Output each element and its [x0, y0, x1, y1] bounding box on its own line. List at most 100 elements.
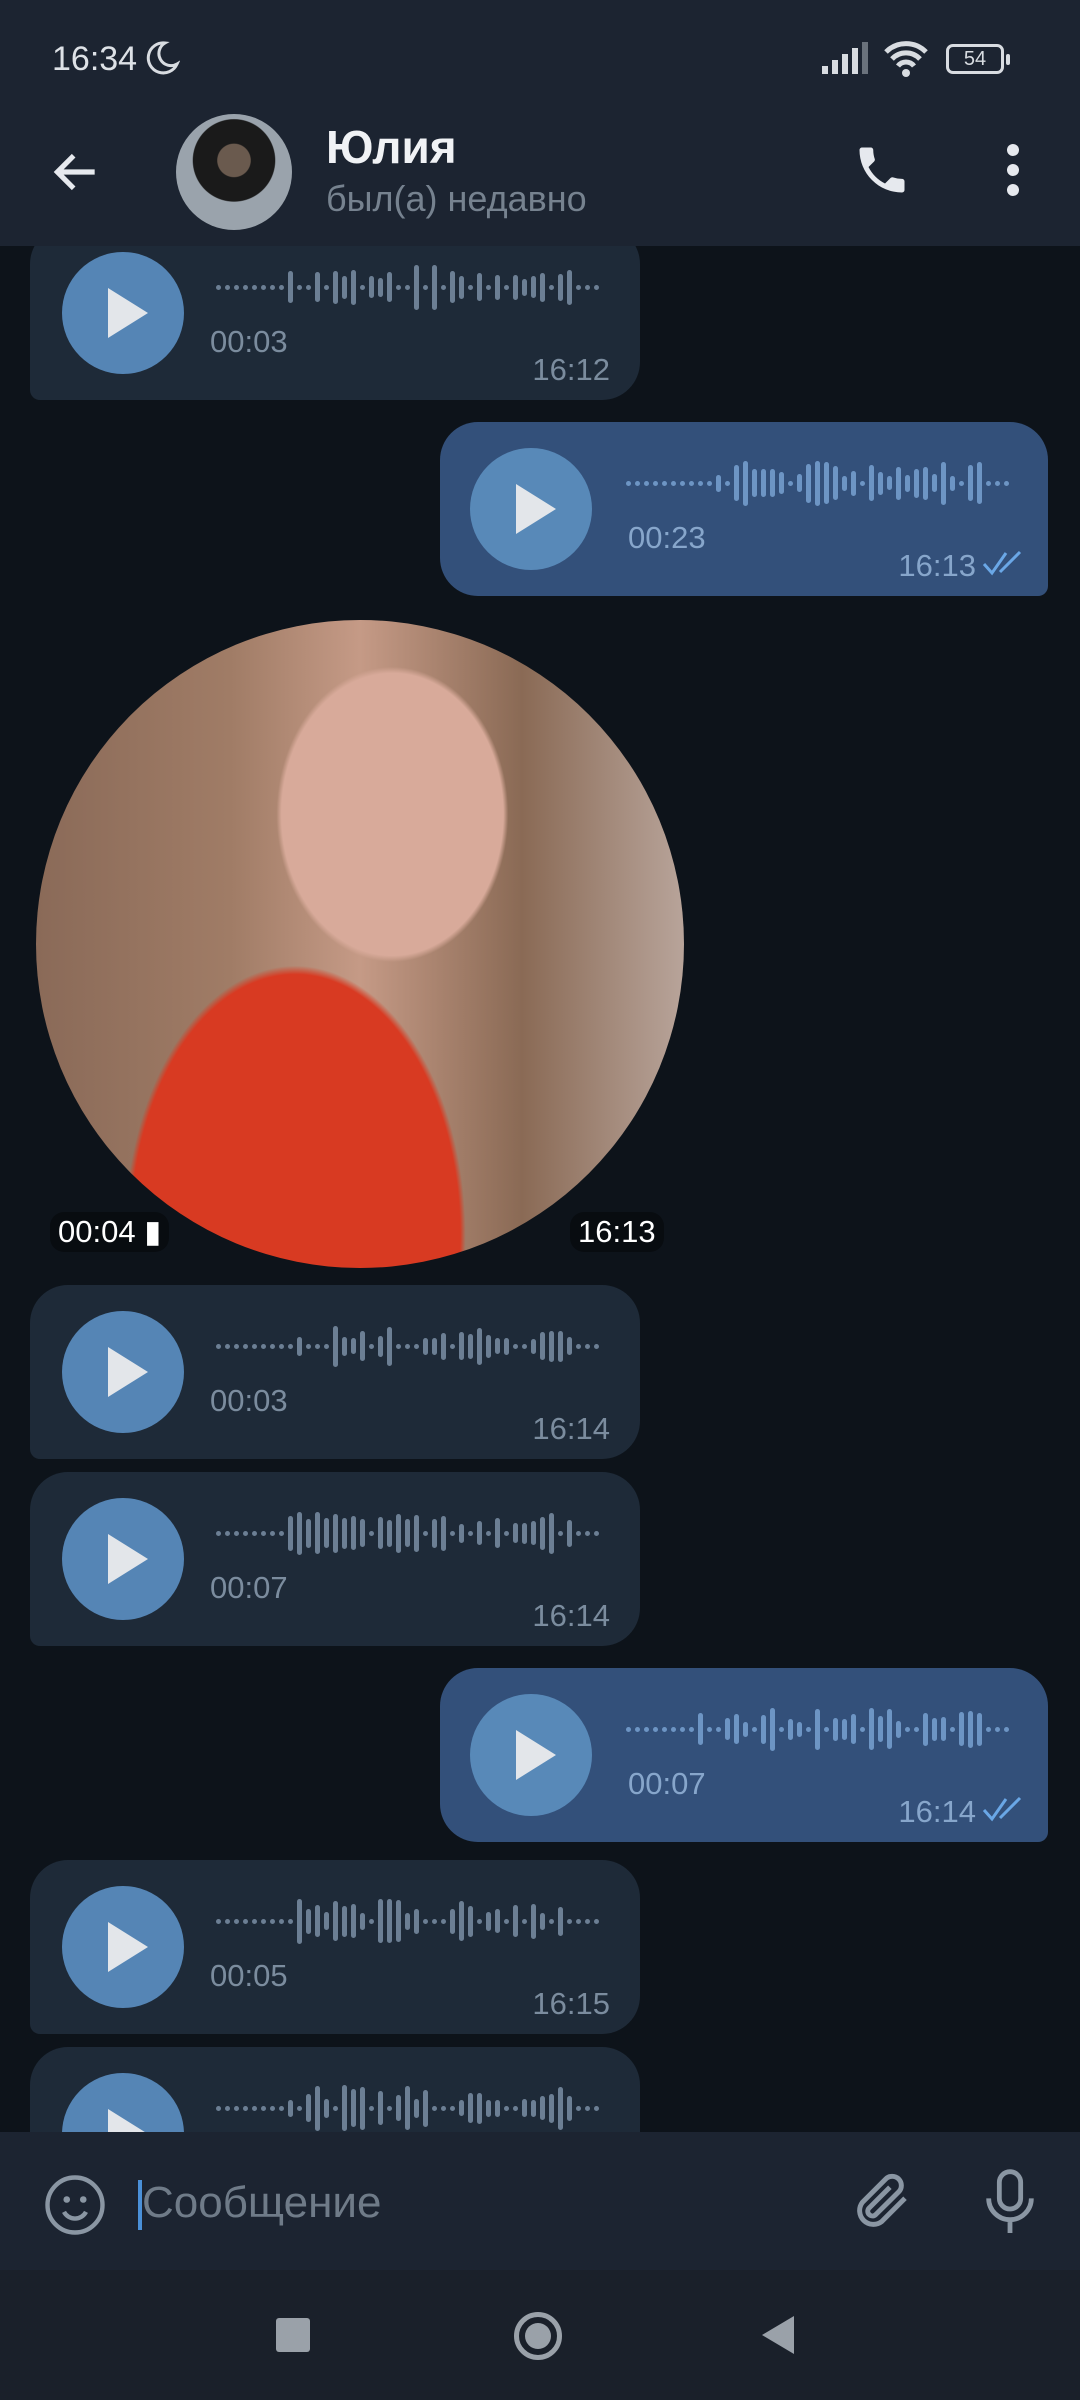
waveform-bar [950, 475, 955, 491]
waveform-bar [959, 480, 964, 486]
waveform-bar [396, 1900, 401, 1942]
waveform-bar [432, 1918, 437, 1924]
timestamp: 16:13 [898, 548, 976, 583]
waveform-bar [932, 474, 937, 492]
waveform-bar [842, 475, 847, 491]
waveform-bar [270, 1343, 275, 1349]
composer: Сообщение [0, 2132, 1080, 2270]
waveform-bar [342, 275, 347, 299]
waveform[interactable] [216, 2085, 599, 2131]
contact-name[interactable]: Юлия [326, 120, 457, 174]
waveform[interactable] [626, 460, 1009, 506]
waveform-bar [441, 1332, 446, 1360]
phone-icon[interactable] [852, 140, 912, 200]
waveform-bar [216, 1918, 221, 1924]
back-arrow-icon[interactable] [48, 144, 104, 200]
waveform-bar [441, 2105, 446, 2111]
waveform-bar [567, 1337, 572, 1355]
waveform-bar [797, 474, 802, 492]
waveform-bar [698, 1713, 703, 1745]
waveform-bar [351, 2089, 356, 2127]
voice-message [30, 2047, 640, 2132]
waveform-bar [770, 469, 775, 497]
emoji-icon[interactable] [42, 2172, 108, 2238]
waveform-bar [333, 270, 338, 304]
waveform-bar [414, 264, 419, 310]
waveform-bar [360, 1519, 365, 1547]
microphone-icon[interactable] [978, 2166, 1042, 2236]
waveform-bar [216, 1343, 221, 1349]
waveform-bar [369, 1530, 374, 1536]
waveform-bar [396, 2095, 401, 2121]
waveform-bar [558, 1530, 563, 1536]
play-button[interactable] [62, 2073, 184, 2132]
clock: 16:34 [52, 40, 138, 78]
home-button[interactable] [514, 2312, 562, 2360]
waveform-bar [468, 1530, 473, 1536]
back-button[interactable] [762, 2316, 794, 2354]
waveform-bar [504, 1337, 509, 1355]
play-button[interactable] [62, 1886, 184, 2008]
waveform-bar [459, 1901, 464, 1941]
waveform[interactable] [216, 1323, 599, 1369]
waveform[interactable] [216, 264, 599, 310]
waveform-bar [662, 1726, 667, 1732]
paperclip-icon[interactable] [850, 2168, 916, 2234]
waveform-bar [626, 480, 631, 486]
play-button[interactable] [62, 1498, 184, 1620]
waveform-bar [761, 469, 766, 497]
waveform-bar [243, 1530, 248, 1536]
waveform-bar [414, 1908, 419, 1934]
waveform-bar [851, 1714, 856, 1744]
waveform-bar [905, 474, 910, 492]
waveform-bar [887, 476, 892, 490]
recents-button[interactable] [276, 2318, 310, 2352]
message-list[interactable]: 00:03 16:12 00:23 16:13 00:04 ▮ 16:13 00… [0, 246, 1080, 2132]
waveform[interactable] [216, 1510, 599, 1556]
more-vertical-icon[interactable] [998, 140, 1028, 200]
waveform-bar [450, 1908, 455, 1934]
waveform-bar [342, 1336, 347, 1356]
play-button[interactable] [470, 448, 592, 570]
waveform-bar [531, 1338, 536, 1354]
play-button[interactable] [62, 1311, 184, 1433]
waveform-bar [923, 1712, 928, 1746]
double-check-icon [982, 1796, 1022, 1822]
waveform-bar [432, 1337, 437, 1355]
video-note[interactable] [36, 620, 684, 1268]
waveform-bar [698, 480, 703, 486]
waveform-bar [351, 1516, 356, 1550]
waveform-bar [396, 1343, 401, 1349]
waveform-bar [486, 284, 491, 290]
waveform-bar [432, 2105, 437, 2111]
waveform-bar [468, 284, 473, 290]
waveform-bar [594, 284, 599, 290]
waveform-bar [513, 1905, 518, 1937]
avatar[interactable] [176, 114, 292, 230]
waveform-bar [387, 2105, 392, 2111]
play-button[interactable] [62, 252, 184, 374]
waveform-bar [405, 1343, 410, 1349]
waveform-bar [851, 470, 856, 496]
waveform-bar [558, 1330, 563, 1362]
waveform-bar [441, 284, 446, 290]
waveform-bar [752, 1726, 757, 1732]
waveform-bar [653, 1726, 658, 1732]
waveform-bar [549, 1512, 554, 1554]
waveform-bar [896, 1720, 901, 1738]
waveform-bar [288, 1918, 293, 1924]
waveform-bar [279, 2105, 284, 2111]
waveform-bar [995, 480, 1000, 486]
sound-bars-icon: ▮ [144, 1214, 162, 1249]
message-input[interactable]: Сообщение [142, 2178, 381, 2228]
waveform-bar [225, 284, 230, 290]
play-button[interactable] [470, 1694, 592, 1816]
waveform-bar [567, 1918, 572, 1924]
waveform-bar [486, 2099, 491, 2117]
waveform[interactable] [216, 1898, 599, 1944]
waveform[interactable] [626, 1706, 1009, 1752]
waveform-bar [297, 2105, 302, 2111]
waveform-bar [495, 2099, 500, 2117]
waveform-bar [513, 1343, 518, 1349]
waveform-bar [522, 2099, 527, 2117]
